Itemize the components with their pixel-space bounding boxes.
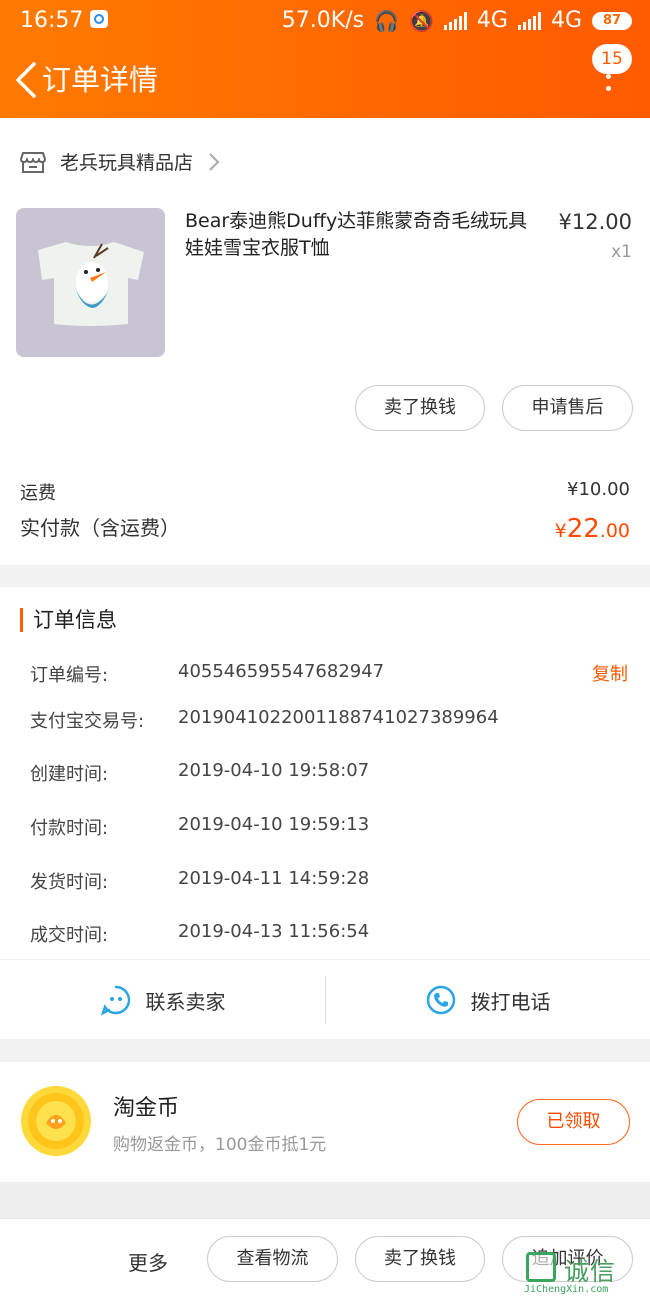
total-currency: ¥ [554,520,567,542]
created-time-value: 2019-04-10 19:58:07 [178,760,370,781]
tshirt-image [16,208,165,357]
chevron-right-icon [209,152,220,171]
alipay-trade-number-value: 2019041022001188741027389964 [178,707,499,728]
network-speed: 57.0K/s [281,8,365,33]
site-watermark: 诚信 JiChengXin.com [524,1246,644,1298]
total-decimal: .00 [599,520,630,542]
sell-item-button[interactable]: 卖了换钱 [355,385,485,431]
watermark-logo-icon [526,1252,556,1282]
contact-seller-button[interactable]: 联系卖家 [0,960,325,1040]
order-info-title: 订单信息 [20,608,117,632]
status-bar: 16:57 57.0K/s 🎧 🔕 4G 4G 87 [0,0,650,42]
total-value: ¥22.00 [555,514,630,544]
info-label: 发货时间: [30,872,109,893]
back-arrow-icon[interactable] [14,60,38,100]
recommendation-section-peek [0,1182,650,1218]
paid-time-value: 2019-04-10 19:59:13 [178,814,370,835]
shipped-time-value: 2019-04-11 14:59:28 [178,868,370,889]
shop-link[interactable]: 老兵玩具精品店 [20,148,221,175]
info-label: 创建时间: [30,764,109,785]
product-image[interactable] [16,208,165,357]
battery-icon: 87 [592,11,632,30]
message-count-badge: 15 [592,44,632,74]
mute-bell-icon: 🔕 [409,8,434,33]
info-label: 支付宝交易号: [30,711,145,732]
gold-coin-icon [21,1086,91,1156]
taobao-coin-card: 淘金币 购物返金币，100金币抵1元 已领取 [0,1062,650,1182]
total-label: 实付款（含运费） [20,516,180,540]
coin-subtitle: 购物返金币，100金币抵1元 [113,1135,327,1155]
contact-bar: 联系卖家 拨打电话 [0,959,650,1039]
phone-icon [426,985,455,1015]
copy-order-number-link[interactable]: 复制 [592,660,628,686]
network-1-label: 4G [476,8,508,33]
status-time: 16:57 [20,8,84,33]
after-sale-button[interactable]: 申请售后 [502,385,633,431]
product-quantity: x1 [611,242,632,262]
coin-claimed-button[interactable]: 已领取 [517,1099,630,1145]
call-phone-label: 拨打电话 [470,989,551,1014]
view-logistics-button[interactable]: 查看物流 [207,1236,338,1282]
info-label: 订单编号: [30,665,109,686]
headphones-icon: 🎧 [374,8,399,33]
chat-face-icon [100,985,130,1016]
status-right: 57.0K/s 🎧 🔕 4G 4G 87 [282,8,632,33]
nav-bar: 订单详情 15 [0,44,650,110]
total-integer: 22 [566,514,600,544]
watermark-text: 诚信 [564,1257,617,1286]
sell-item-bottom-button[interactable]: 卖了换钱 [355,1236,485,1282]
more-actions-button[interactable]: 更多 [128,1247,168,1276]
signal-2-icon [517,11,541,30]
shipping-label: 运费 [20,483,56,504]
signal-1-icon [443,11,467,30]
coin-title: 淘金币 [113,1096,180,1121]
info-label: 付款时间: [30,818,109,839]
total-row: 实付款（含运费） ¥22.00 [20,512,630,544]
shop-name: 老兵玩具精品店 [60,152,194,174]
completed-time-value: 2019-04-13 11:56:54 [178,921,370,942]
info-label: 成交时间: [30,925,109,946]
contact-seller-label: 联系卖家 [145,989,226,1014]
page-title: 订单详情 [42,63,159,97]
header: 16:57 57.0K/s 🎧 🔕 4G 4G 87 订单详情 15 [0,0,650,118]
shipping-row: 运费 ¥10.00 [20,479,630,505]
call-phone-button[interactable]: 拨打电话 [325,960,650,1040]
shipping-value: ¥10.00 [567,479,630,500]
recommendation-title-partial [270,1208,470,1218]
more-dots-icon [606,74,612,98]
notification-app-icon [90,10,108,28]
product-title[interactable]: Bear泰迪熊Duffy达菲熊蒙奇奇毛绒玩具娃娃雪宝衣服T恤 [185,208,545,262]
network-2-label: 4G [550,8,582,33]
order-number-value: 405546595547682947 [178,661,385,682]
store-icon [20,151,46,173]
more-menu-button[interactable]: 15 [588,44,632,104]
watermark-url: JiChengXin.com [524,1284,609,1295]
product-price: ¥12.00 [558,210,632,234]
